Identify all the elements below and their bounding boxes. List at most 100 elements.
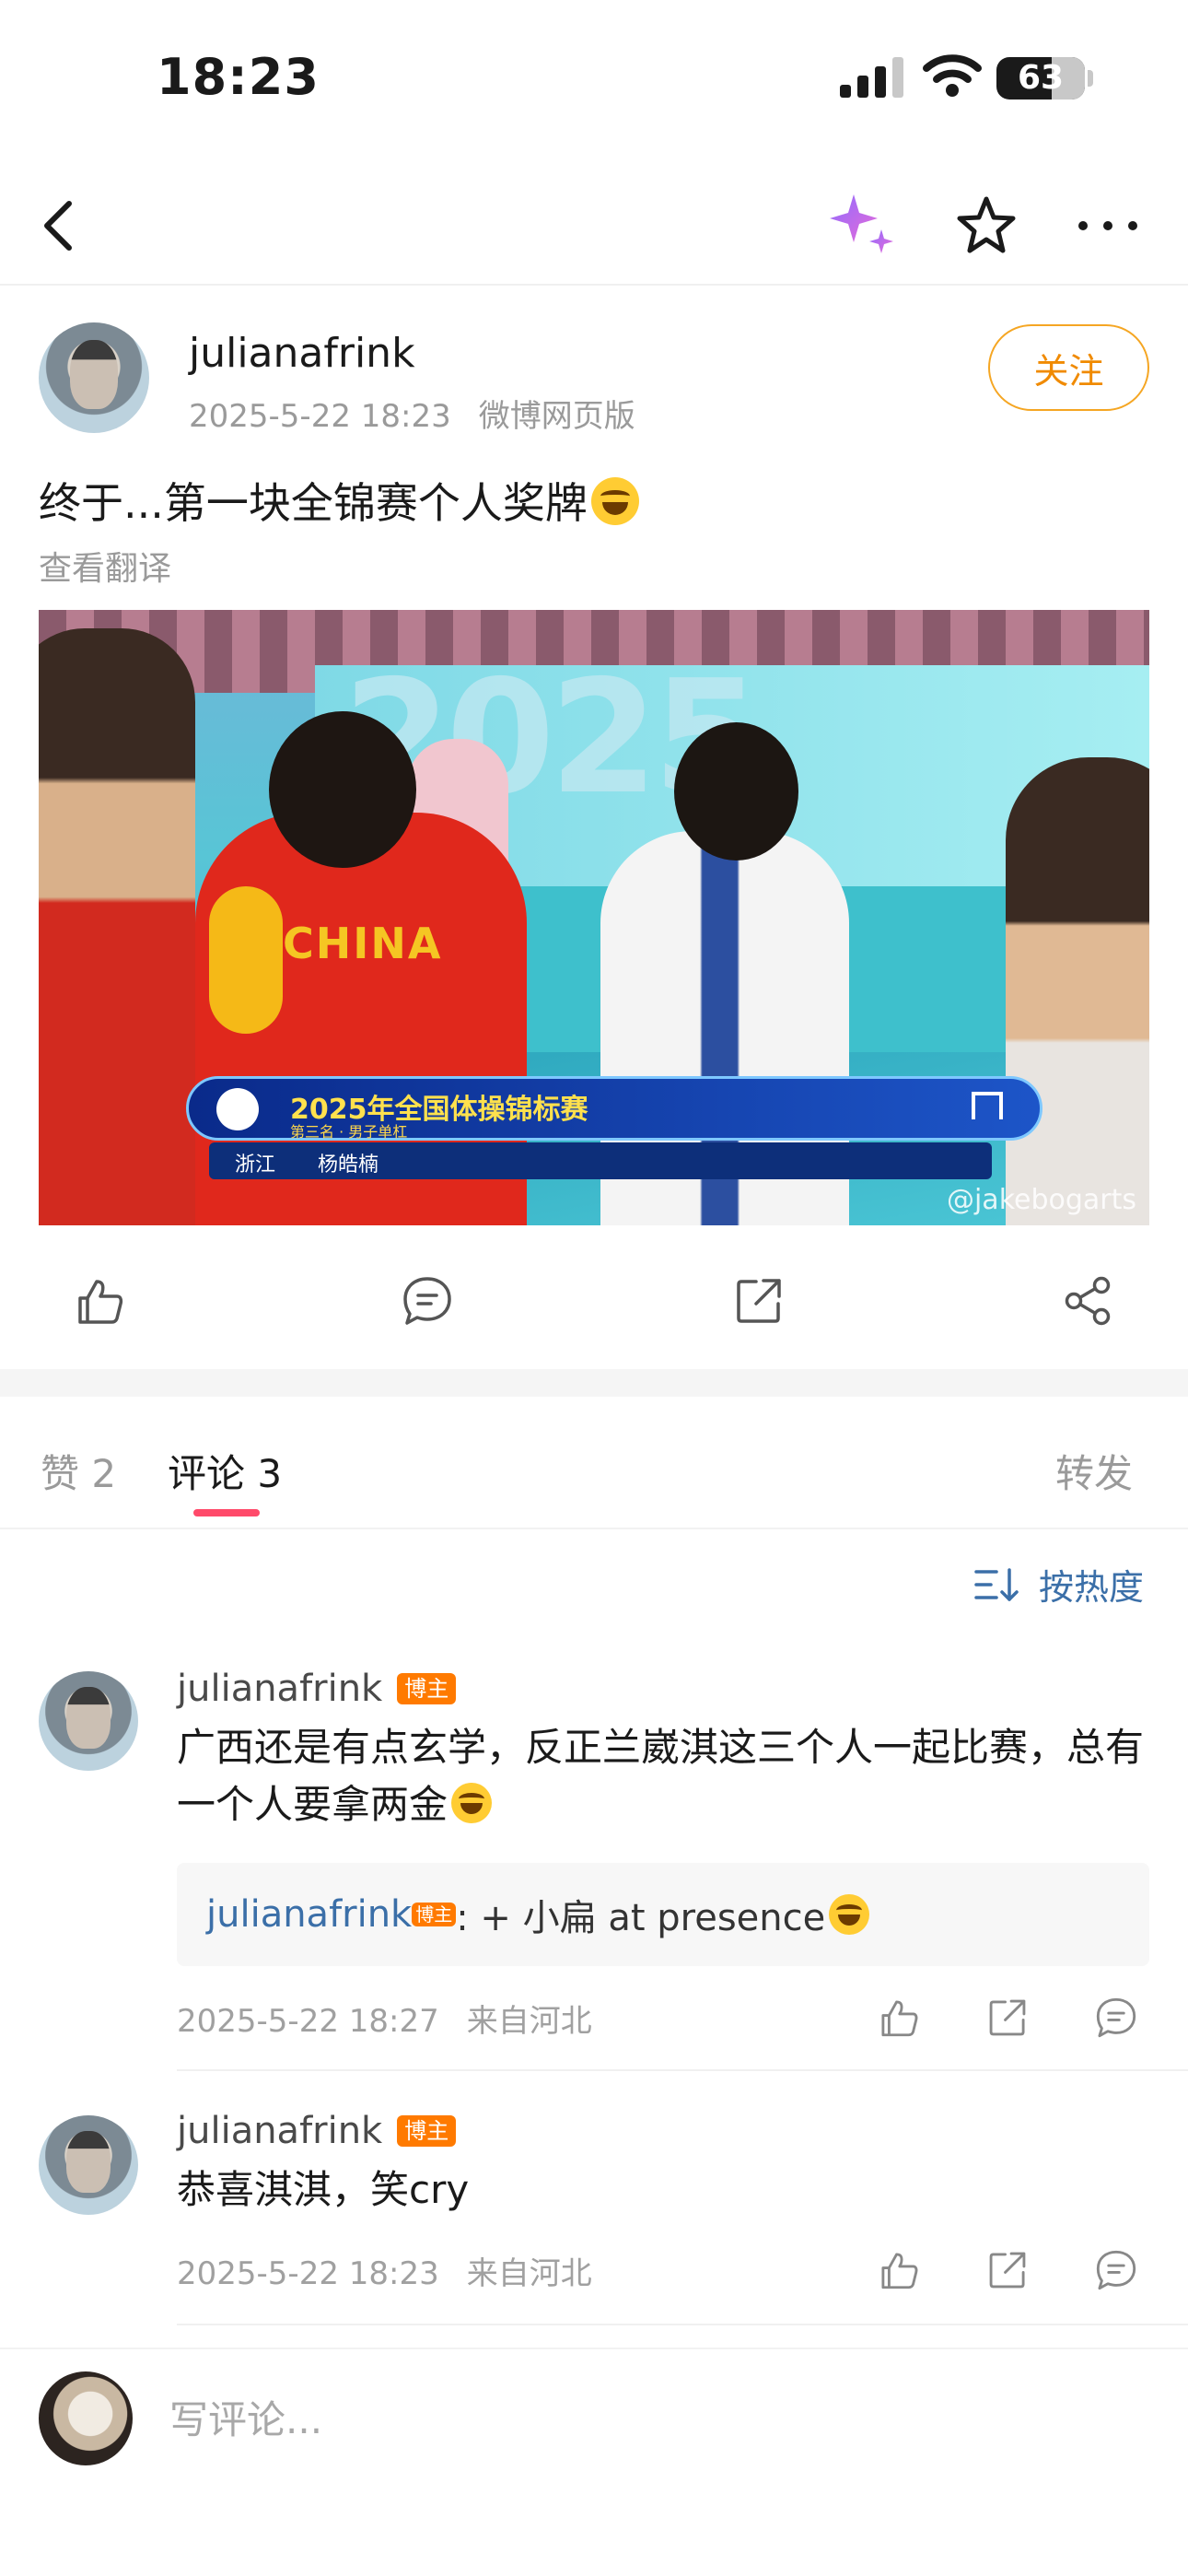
comment-bubble-icon: [1096, 2250, 1136, 2290]
laughing-emoji-icon: [451, 1783, 493, 1823]
comment-input-bar: [0, 2348, 1188, 2576]
repost-button[interactable]: [731, 1273, 786, 1329]
image-banner-name-bar: 浙江 杨皓楠: [209, 1142, 992, 1179]
sparkle-icon: [830, 194, 893, 253]
comment-input[interactable]: [169, 2390, 1090, 2449]
comment-divider: [177, 2069, 1188, 2071]
image-banner-name: 杨皓楠: [318, 1153, 379, 1177]
comment-text-content: 广西还是有点玄学，反正兰崴淇这三个人一起比赛，总有一个人要拿两金: [177, 1725, 1145, 1827]
post-text: 终于...第一块全锦赛个人奖牌: [39, 470, 639, 531]
sort-button[interactable]: 按热度: [974, 1559, 1144, 1610]
image-banner: 2025年全国体操锦标赛 第三名 · 男子单杠: [186, 1076, 1042, 1141]
comment-meta: 2025-5-22 18:23 来自河北: [177, 2248, 592, 2293]
image-watermark: @jakebogarts: [946, 1184, 1136, 1216]
comment-avatar[interactable]: [39, 2115, 138, 2215]
status-bar: 18:23 63: [0, 0, 1188, 157]
thumbs-up-icon: [78, 1280, 123, 1324]
battery-percent: 63: [1017, 59, 1065, 97]
nav-bar: [0, 166, 1188, 286]
thumbs-up-icon: [881, 2000, 918, 2037]
blogger-badge: 博主: [397, 2115, 457, 2147]
comment-author[interactable]: julianafrink 博主: [177, 1668, 457, 1710]
share-external-icon: [989, 2252, 1026, 2289]
avatar-face: [66, 1687, 111, 1750]
image-head-white: [674, 722, 798, 861]
comment-meta: 2025-5-22 18:27 来自河北: [177, 1996, 592, 2041]
comment-bubble-icon: [1096, 1997, 1136, 2038]
ai-sparkle-button[interactable]: [821, 184, 904, 267]
my-avatar[interactable]: [39, 2371, 133, 2465]
comment-item: julianafrink 博主 广西还是有点玄学，反正兰崴淇这三个人一起比赛，总有…: [0, 1668, 1188, 2071]
comment-avatar[interactable]: [39, 1671, 138, 1771]
comment-item: julianafrink 博主 恭喜淇淇，笑cry 2025-5-22 18:23…: [0, 2110, 1188, 2325]
star-icon: [957, 196, 1016, 253]
post-author-avatar[interactable]: [39, 322, 149, 433]
comment-reply-button[interactable]: [1090, 2244, 1142, 2296]
comment-text: 恭喜淇淇，笑cry: [177, 2167, 470, 2212]
comment-repost-button[interactable]: [982, 2244, 1033, 2296]
comment-date: 2025-5-22 18:23: [177, 2255, 439, 2292]
avatar-face: [69, 340, 119, 409]
sort-label: 按热度: [1039, 1567, 1145, 1608]
blogger-badge: 博主: [412, 1903, 457, 1926]
high-bar-icon: [972, 1092, 1003, 1119]
status-time: 18:23: [157, 48, 320, 106]
tab-active-indicator: [193, 1509, 260, 1516]
battery-tip: [1088, 70, 1093, 87]
post-action-bar: [0, 1253, 1188, 1345]
share-external-icon: [737, 1279, 781, 1323]
blogger-badge: 博主: [397, 1673, 457, 1704]
comment-divider: [177, 2324, 1188, 2325]
comment-author[interactable]: julianafrink 博主: [177, 2110, 457, 2152]
comment-repost-button[interactable]: [982, 1992, 1033, 2043]
post-author-name[interactable]: julianafrink: [189, 330, 415, 377]
section-divider: [0, 1369, 1188, 1397]
more-button[interactable]: [1066, 184, 1149, 267]
reply-author-name[interactable]: julianafrink: [206, 1893, 412, 1936]
thumbs-up-icon: [881, 2253, 918, 2289]
laughing-emoji-icon: [590, 477, 639, 525]
tab-comments[interactable]: 评论 3: [168, 1443, 282, 1499]
share-external-icon: [989, 1999, 1026, 2036]
image-person-left: [39, 628, 195, 1225]
avatar-face: [66, 2131, 111, 2194]
share-button[interactable]: [1061, 1273, 1116, 1329]
like-button[interactable]: [72, 1273, 127, 1329]
comment-like-button[interactable]: [873, 1992, 925, 2043]
tab-likes[interactable]: 赞 2: [41, 1443, 116, 1499]
comment-like-button[interactable]: [873, 2244, 925, 2296]
comment-location: 来自河北: [466, 2003, 592, 2040]
post-date: 2025-5-22 18:23: [189, 398, 451, 435]
comment-actions: [873, 2244, 1149, 2296]
cellular-signal-icon: [840, 57, 903, 98]
translate-link[interactable]: 查看翻译: [39, 542, 171, 590]
comment-button[interactable]: [400, 1273, 455, 1329]
post-image[interactable]: 2025 CHINA 2025年全国体操锦标赛 第三名 · 男子单杠 浙江 杨皓…: [39, 610, 1149, 1225]
comment-bubble-icon: [403, 1277, 451, 1325]
image-banner-team: 浙江: [235, 1153, 276, 1177]
laughing-emoji-icon: [829, 1894, 870, 1935]
comment-reply[interactable]: julianafrink 博主: + 小扁 at presence: [177, 1863, 1149, 1966]
comment-reply-button[interactable]: [1090, 1992, 1142, 2043]
wifi-icon: [923, 54, 982, 97]
comment-author-name: julianafrink: [177, 2110, 383, 2152]
more-horizontal-icon: [1078, 221, 1137, 230]
interaction-tabs: 赞 2 评论 3 转发: [0, 1397, 1188, 1529]
comment-location: 来自河北: [466, 2255, 592, 2292]
post-text-content: 终于...第一块全锦赛个人奖牌: [39, 478, 588, 528]
image-head-red: [269, 711, 416, 868]
follow-button[interactable]: 关注: [988, 324, 1149, 411]
sort-icon: [974, 1567, 1019, 1601]
post-meta: 2025-5-22 18:23 微博网页版: [189, 391, 635, 436]
back-button[interactable]: [17, 184, 99, 267]
image-banner-subtitle: 第三名 · 男子单杠: [290, 1123, 408, 1141]
favorite-button[interactable]: [945, 184, 1028, 267]
tab-reposts[interactable]: 转发: [1055, 1443, 1133, 1499]
comment-actions: [873, 1992, 1149, 2043]
image-jersey-stripe: [209, 886, 283, 1034]
chevron-left-icon: [44, 201, 72, 251]
share-nodes-icon: [1065, 1276, 1111, 1326]
image-person-right: [1006, 757, 1149, 1225]
gymnast-icon: [216, 1088, 259, 1130]
comment-author-name: julianafrink: [177, 1668, 383, 1710]
